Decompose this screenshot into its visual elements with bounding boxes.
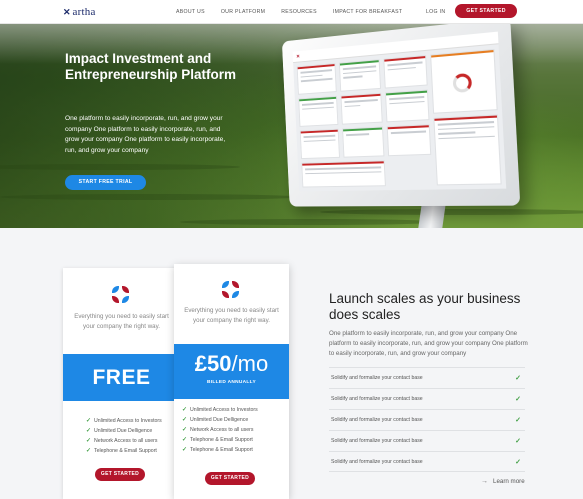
screen-card [342, 126, 385, 158]
hero-tea-row [0, 194, 300, 200]
screen-card [338, 59, 382, 92]
check-icon: ✓ [182, 427, 188, 433]
feature-item: ✓ Telephone & Email Support [182, 447, 253, 453]
feature-item: ✓ Unlimited Access to Investors [182, 407, 258, 413]
plan-description: Everything you need to easily start your… [74, 313, 169, 330]
price-band: £50/mo BILLED ANNUALLY [174, 344, 289, 399]
launch-feature-item: Solidify and formalize your contact base… [329, 430, 525, 451]
plan-features: ✓ Unlimited Access to Investors ✓ Unlimite… [86, 416, 162, 456]
launch-title: Launch scales as your business does scal… [329, 291, 521, 322]
free-get-started-button[interactable]: GET STARTED [95, 468, 145, 481]
check-icon: ✓ [515, 458, 521, 466]
check-icon: ✓ [182, 437, 188, 443]
brand-logo[interactable]: ✕ artha [63, 6, 96, 18]
screen-card [383, 54, 428, 89]
check-icon: ✓ [515, 396, 521, 403]
hero-tea-row [180, 219, 440, 225]
flower-icon [222, 281, 240, 299]
check-icon: ✓ [86, 418, 92, 424]
launch-feature-item: Solidify and formalize your contact base… [329, 409, 525, 430]
billing-note: BILLED ANNUALLY [207, 380, 256, 385]
plan-price: £50/mo [194, 351, 269, 376]
check-icon: ✓ [515, 438, 521, 445]
hero-tea-row [0, 164, 240, 170]
launch-body: One platform to easily incorporate, run,… [329, 330, 528, 357]
arrow-right-icon: → [481, 478, 488, 485]
check-icon: ✓ [182, 407, 188, 413]
screen-card [299, 128, 340, 160]
pricing-card-free: Everything you need to easily start your… [63, 268, 180, 499]
launch-feature-item: Solidify and formalize your contact base… [329, 388, 525, 409]
hero-body: One platform to easily incorporate, run,… [65, 115, 226, 154]
check-icon: ✓ [182, 447, 188, 453]
feature-item: ✓ Network Access to all users [86, 438, 158, 444]
check-icon: ✓ [515, 417, 521, 424]
pricing-card-pro: Everything you need to easily start your… [174, 264, 289, 499]
flower-icon [112, 286, 130, 304]
monitor-screen: ✕ [292, 31, 507, 192]
donut-chart-icon [452, 72, 473, 93]
screen-card [296, 63, 337, 95]
feature-item: ✓ Unlimited Due Delligence [182, 417, 249, 423]
plan-features: ✓ Unlimited Access to Investors ✓ Unlimite… [182, 405, 258, 455]
price-band: FREE [63, 354, 180, 401]
start-free-trial-button[interactable]: START FREE TRIAL [65, 175, 146, 190]
x-mark-icon: ✕ [63, 6, 71, 17]
screen-chart-card [430, 48, 498, 114]
feature-item: ✓ Network Access to all users [182, 427, 254, 433]
screen-logo-icon: ✕ [296, 53, 301, 60]
hero-tea-row [320, 209, 583, 215]
learn-more-link[interactable]: → Learn more [481, 478, 525, 485]
screen-card [301, 160, 386, 188]
hero-title: Impact Investment and Entrepreneurship P… [65, 51, 237, 82]
launch-feature-list: Solidify and formalize your contact base… [329, 367, 525, 472]
feature-item: ✓ Unlimited Access to Investors [86, 418, 162, 424]
plan-price: FREE [92, 366, 151, 389]
launch-feature-item: Solidify and formalize your contact base… [329, 367, 525, 388]
nav-get-started-button[interactable]: GET STARTED [455, 4, 517, 18]
screen-card [385, 89, 430, 123]
nav-link-our-platform[interactable]: OUR PLATFORM [221, 9, 265, 15]
feature-item: ✓ Telephone & Email Support [182, 437, 253, 443]
feature-item: ✓ Unlimited Due Delligence [86, 428, 153, 434]
screen-card [433, 114, 502, 186]
screen-card [298, 95, 339, 127]
launch-feature-item: Solidify and formalize your contact base… [329, 451, 525, 472]
pro-get-started-button[interactable]: GET STARTED [205, 472, 255, 485]
nav-link-impact-for-breakfast[interactable]: IMPACT FOR BREAKFAST [333, 9, 403, 15]
brand-name: artha [72, 6, 96, 18]
check-icon: ✓ [86, 438, 92, 444]
top-navbar: ✕ artha ABOUT US OUR PLATFORM RESOURCES … [0, 0, 583, 24]
login-link[interactable]: LOG IN [426, 9, 445, 15]
nav-link-resources[interactable]: RESOURCES [281, 9, 317, 15]
monitor-frame: ✕ [281, 24, 521, 207]
check-icon: ✓ [515, 375, 521, 382]
screen-card [340, 92, 383, 125]
nav-link-about-us[interactable]: ABOUT US [176, 9, 205, 15]
plan-description: Everything you need to easily start your… [184, 307, 279, 324]
check-icon: ✓ [182, 417, 188, 423]
nav-links: ABOUT US OUR PLATFORM RESOURCES IMPACT F… [176, 9, 418, 15]
screen-cards [296, 54, 433, 189]
screen-sidebar [430, 48, 502, 188]
feature-item: ✓ Telephone & Email Support [86, 448, 157, 454]
check-icon: ✓ [86, 448, 92, 454]
hero-section: Impact Investment and Entrepreneurship P… [0, 24, 583, 228]
check-icon: ✓ [86, 428, 92, 434]
screen-card [386, 124, 432, 157]
